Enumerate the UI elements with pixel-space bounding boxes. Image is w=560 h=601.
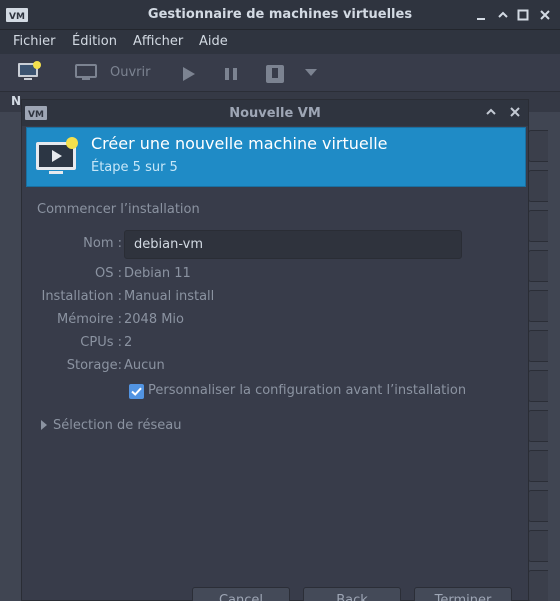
dialog-title: Nouvelle VM [229,106,321,121]
os-label: OS : [95,266,122,281]
step-indicator: Étape 5 sur 5 [91,160,178,175]
column-header-name[interactable]: N [11,94,21,108]
dialog-maximize-icon[interactable] [484,105,498,121]
storage-label: Storage: [66,358,122,373]
checkmark-icon [131,387,142,396]
list-item[interactable] [528,530,548,562]
close-icon[interactable] [538,8,552,22]
list-item[interactable] [528,130,548,162]
new-vm-icon[interactable] [17,60,43,84]
network-selection-label: Sélection de réseau [53,418,182,433]
chevron-down-icon[interactable] [305,69,317,77]
toolbar: Ouvrir [0,54,560,92]
cpus-label: CPUs : [80,335,122,350]
dialog-banner: Créer une nouvelle machine virtuelle Éta… [26,127,526,187]
maximize-icon[interactable] [516,8,530,22]
os-value: Debian 11 [124,266,191,281]
minimize-icon[interactable] [474,8,488,22]
shutdown-icon[interactable] [265,64,285,84]
network-selection-expander[interactable]: Sélection de réseau [41,418,181,433]
memory-value: 2048 Mio [124,312,184,327]
monitor-icon[interactable] [75,64,97,82]
list-item[interactable] [528,330,548,362]
new-vm-icon [36,137,78,174]
menubar: Fichier Édition Afficher Aide [0,30,560,54]
menu-afficher[interactable]: Afficher [133,34,183,49]
list-item[interactable] [528,290,548,322]
list-item[interactable] [528,250,548,282]
list-item[interactable] [528,570,548,601]
customize-label[interactable]: Personnaliser la configuration avant l’i… [148,383,466,398]
back-button[interactable]: Back [303,587,401,601]
vm-name-input[interactable] [124,230,462,259]
memory-label: Mémoire : [56,312,122,327]
main-titlebar: VM Gestionnaire de machines virtuelles [0,0,560,30]
open-button[interactable]: Ouvrir [110,65,150,80]
list-item[interactable] [528,410,548,442]
finish-button[interactable]: Terminer [414,587,512,601]
menu-fichier[interactable]: Fichier [13,34,56,49]
installation-label: Installation : [41,289,122,304]
play-icon[interactable] [181,66,197,82]
installation-value: Manual install [124,289,215,304]
banner-title: Créer une nouvelle machine virtuelle [91,134,388,153]
name-label: Nom : [83,236,122,251]
list-item[interactable] [528,370,548,402]
customize-checkbox[interactable] [129,384,144,399]
restore-icon[interactable] [496,8,510,22]
new-vm-dialog: VM Nouvelle VM Créer une nouvelle machin… [21,99,529,601]
storage-value: Aucun [124,358,165,373]
menu-aide[interactable]: Aide [199,34,228,49]
list-item[interactable] [528,170,548,202]
cancel-button[interactable]: Cancel [192,587,290,601]
section-title: Commencer l’installation [37,202,200,217]
list-item[interactable] [528,450,548,482]
pause-icon[interactable] [223,67,239,81]
cpus-value: 2 [124,335,133,350]
menu-edition[interactable]: Édition [72,34,117,49]
expander-arrow-icon [41,419,47,430]
dialog-close-icon[interactable] [508,105,522,121]
list-item[interactable] [528,210,548,242]
dialog-titlebar: VM Nouvelle VM [22,100,528,126]
list-item[interactable] [528,490,548,522]
